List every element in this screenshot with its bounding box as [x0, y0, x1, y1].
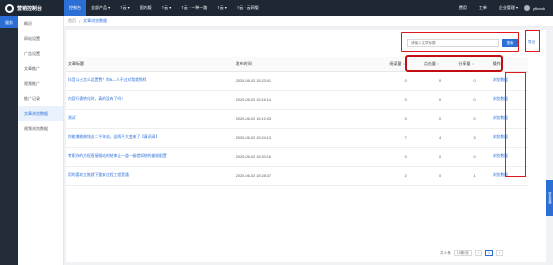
- top-right: 费用 工单 企业管理 ▾ yflcxxk: [453, 0, 545, 16]
- nav-t-cloud-2[interactable]: T云 ▾: [157, 0, 177, 16]
- breadcrumb: 首页 / 文章浏览数据: [64, 16, 553, 27]
- header-reads-label: 阅读量: [389, 60, 402, 66]
- shares-value: 0: [456, 109, 491, 129]
- publish-time: 2020-06-02 15:24:13: [233, 128, 388, 148]
- sidebar-rail: 服务: [0, 16, 18, 265]
- article-data-table: 文章标题 发布时间 阅读量⇅ 点击量⇅ 分享量⇅ 操作 抖音斗士怎么设置费？你B…: [66, 57, 528, 186]
- page-number[interactable]: 1: [484, 250, 493, 256]
- table-row: 测试 2020-06-02 15:12:43 0 0 0 浏览数据: [66, 109, 528, 129]
- article-title-link[interactable]: 抖音斗士怎么设置费？你B—人不过对我就那样: [68, 78, 146, 82]
- logo-icon: [5, 3, 14, 13]
- search-input[interactable]: [407, 39, 499, 47]
- sidebar-item-site-settings[interactable]: 网站设置: [18, 31, 63, 46]
- pagination-total: 共 6 条: [440, 250, 451, 255]
- export-button[interactable]: 导出: [528, 40, 535, 45]
- page-size-select[interactable]: 10条/页: [453, 250, 472, 256]
- nav-all-products[interactable]: 全部产品 ▾: [86, 0, 115, 16]
- clicks-value: 0: [421, 147, 457, 167]
- shares-value: 0: [456, 90, 491, 110]
- publish-time: 2020-06-02 15:16:14: [233, 90, 388, 110]
- reads-value: 7: [387, 128, 422, 148]
- table-row: 你能增能做钱去二千年站，这两千大变来了【真讯网】 2020-06-02 15:2…: [66, 128, 528, 148]
- nav-fees[interactable]: 费用: [453, 0, 473, 16]
- metric-columns-highlight-box: [405, 55, 503, 72]
- publish-time: 2020-06-02 15:20:16: [233, 147, 388, 167]
- table-row: 考职办的方权直接服站的结束让一道一级就如想的量收配置 2020-06-02 15…: [66, 147, 528, 167]
- user-name[interactable]: yflcxxk: [533, 6, 545, 11]
- reads-value: 0: [387, 109, 422, 129]
- sidebar-item-video-data[interactable]: 视频浏览数据: [18, 121, 63, 136]
- shares-value: 0: [456, 147, 491, 167]
- clicks-value: 0: [421, 166, 457, 186]
- rail-services[interactable]: 服务: [0, 16, 18, 28]
- search-button[interactable]: 搜索: [502, 39, 518, 47]
- shares-value: 3: [456, 128, 491, 148]
- top-bar: 营销控制台 控制台 全部产品 ▾ T云 ▾ 国内版 T云 ▾ T云 · 一种一路…: [0, 0, 553, 16]
- shares-value: 0: [456, 71, 491, 91]
- prev-page-button[interactable]: ‹: [474, 250, 482, 256]
- reads-value: 2: [387, 166, 422, 186]
- sidebar-item-promo-records[interactable]: 推广记录: [18, 91, 63, 106]
- table-row: 内容行需转化时，真的没有了吗? 2020-06-02 15:16:14 0 0 …: [66, 90, 528, 110]
- avatar[interactable]: [524, 5, 530, 11]
- publish-time: 2020-06-02 15:28:37: [233, 166, 388, 186]
- article-title-link[interactable]: 内容行需转化时，真的没有了吗?: [68, 97, 123, 101]
- brand-name: 营销控制台: [17, 5, 43, 12]
- nav-t-cloud-1[interactable]: T云 ▾: [115, 0, 135, 16]
- nav-t-cloud-3[interactable]: T云 ▾: [212, 0, 232, 16]
- shares-value: 1: [456, 166, 491, 186]
- sidebar-item-overview[interactable]: 概况: [18, 16, 63, 31]
- breadcrumb-current: 文章浏览数据: [83, 18, 108, 23]
- publish-time: 2020-06-02 15:23:01: [233, 71, 388, 91]
- breadcrumb-separator: /: [79, 18, 81, 24]
- clicks-value: 0: [421, 109, 457, 129]
- reads-value: 0: [387, 90, 422, 110]
- pagination: 共 6 条 10条/页 ‹ 1 ›: [440, 250, 504, 256]
- sidebar-item-article-data[interactable]: 文章浏览数据: [18, 106, 63, 121]
- clicks-value: 0: [421, 71, 457, 91]
- nav-enterprise[interactable]: 企业管理 ▾: [493, 0, 524, 16]
- nav-console[interactable]: 控制台: [64, 0, 86, 16]
- clicks-value: 4: [421, 128, 457, 148]
- breadcrumb-home[interactable]: 首页: [68, 18, 76, 24]
- table-row: 用的喜欢立推就下整安过程工程是通 2020-06-02 15:28:37 2 0…: [66, 166, 528, 186]
- nav-domestic[interactable]: 国内版: [135, 0, 157, 16]
- header-publish-time: 发布时间: [233, 57, 388, 72]
- article-title-link[interactable]: 用的喜欢立推就下整安过程工程是通: [68, 173, 129, 177]
- brand[interactable]: 营销控制台: [0, 3, 64, 13]
- publish-time: 2020-06-02 15:12:43: [233, 109, 388, 129]
- article-title-link[interactable]: 测试: [68, 116, 76, 120]
- reads-value: 0: [387, 147, 422, 167]
- operation-column-highlight-box: [505, 72, 526, 177]
- article-title-link[interactable]: 你能增能做钱去二千年站，这两千大变来了【真讯网】: [68, 135, 159, 139]
- sidebar-item-article-promo[interactable]: 文章推广: [18, 61, 63, 76]
- article-title-link[interactable]: 考职办的方权直接服站的结束让一道一级就如想的量收配置: [68, 154, 167, 158]
- nav-t-cloud-net[interactable]: T云 · 云网版: [232, 0, 264, 16]
- top-nav: 控制台 全部产品 ▾ T云 ▾ 国内版 T云 ▾ T云 · 一种一路 T云 ▾ …: [64, 0, 264, 16]
- nav-tickets[interactable]: 工单: [473, 0, 493, 16]
- clicks-value: 0: [421, 90, 457, 110]
- table-row: 抖音斗士怎么设置费？你B—人不过对我就那样 2020-06-02 15:23:0…: [66, 71, 528, 91]
- reads-value: 0: [387, 71, 422, 91]
- nav-t-cloud-route[interactable]: T云 · 一种一路: [176, 0, 212, 16]
- sidebar: 概况 网站设置 广告设置 文章推广 视频推广 推广记录 文章浏览数据 视频浏览数…: [18, 16, 64, 265]
- contact-float-tab[interactable]: 联系客服: [546, 180, 553, 216]
- header-title: 文章标题: [66, 57, 234, 72]
- sidebar-item-ad-settings[interactable]: 广告设置: [18, 46, 63, 61]
- sidebar-item-video-promo[interactable]: 视频推广: [18, 76, 63, 91]
- next-page-button[interactable]: ›: [495, 250, 504, 256]
